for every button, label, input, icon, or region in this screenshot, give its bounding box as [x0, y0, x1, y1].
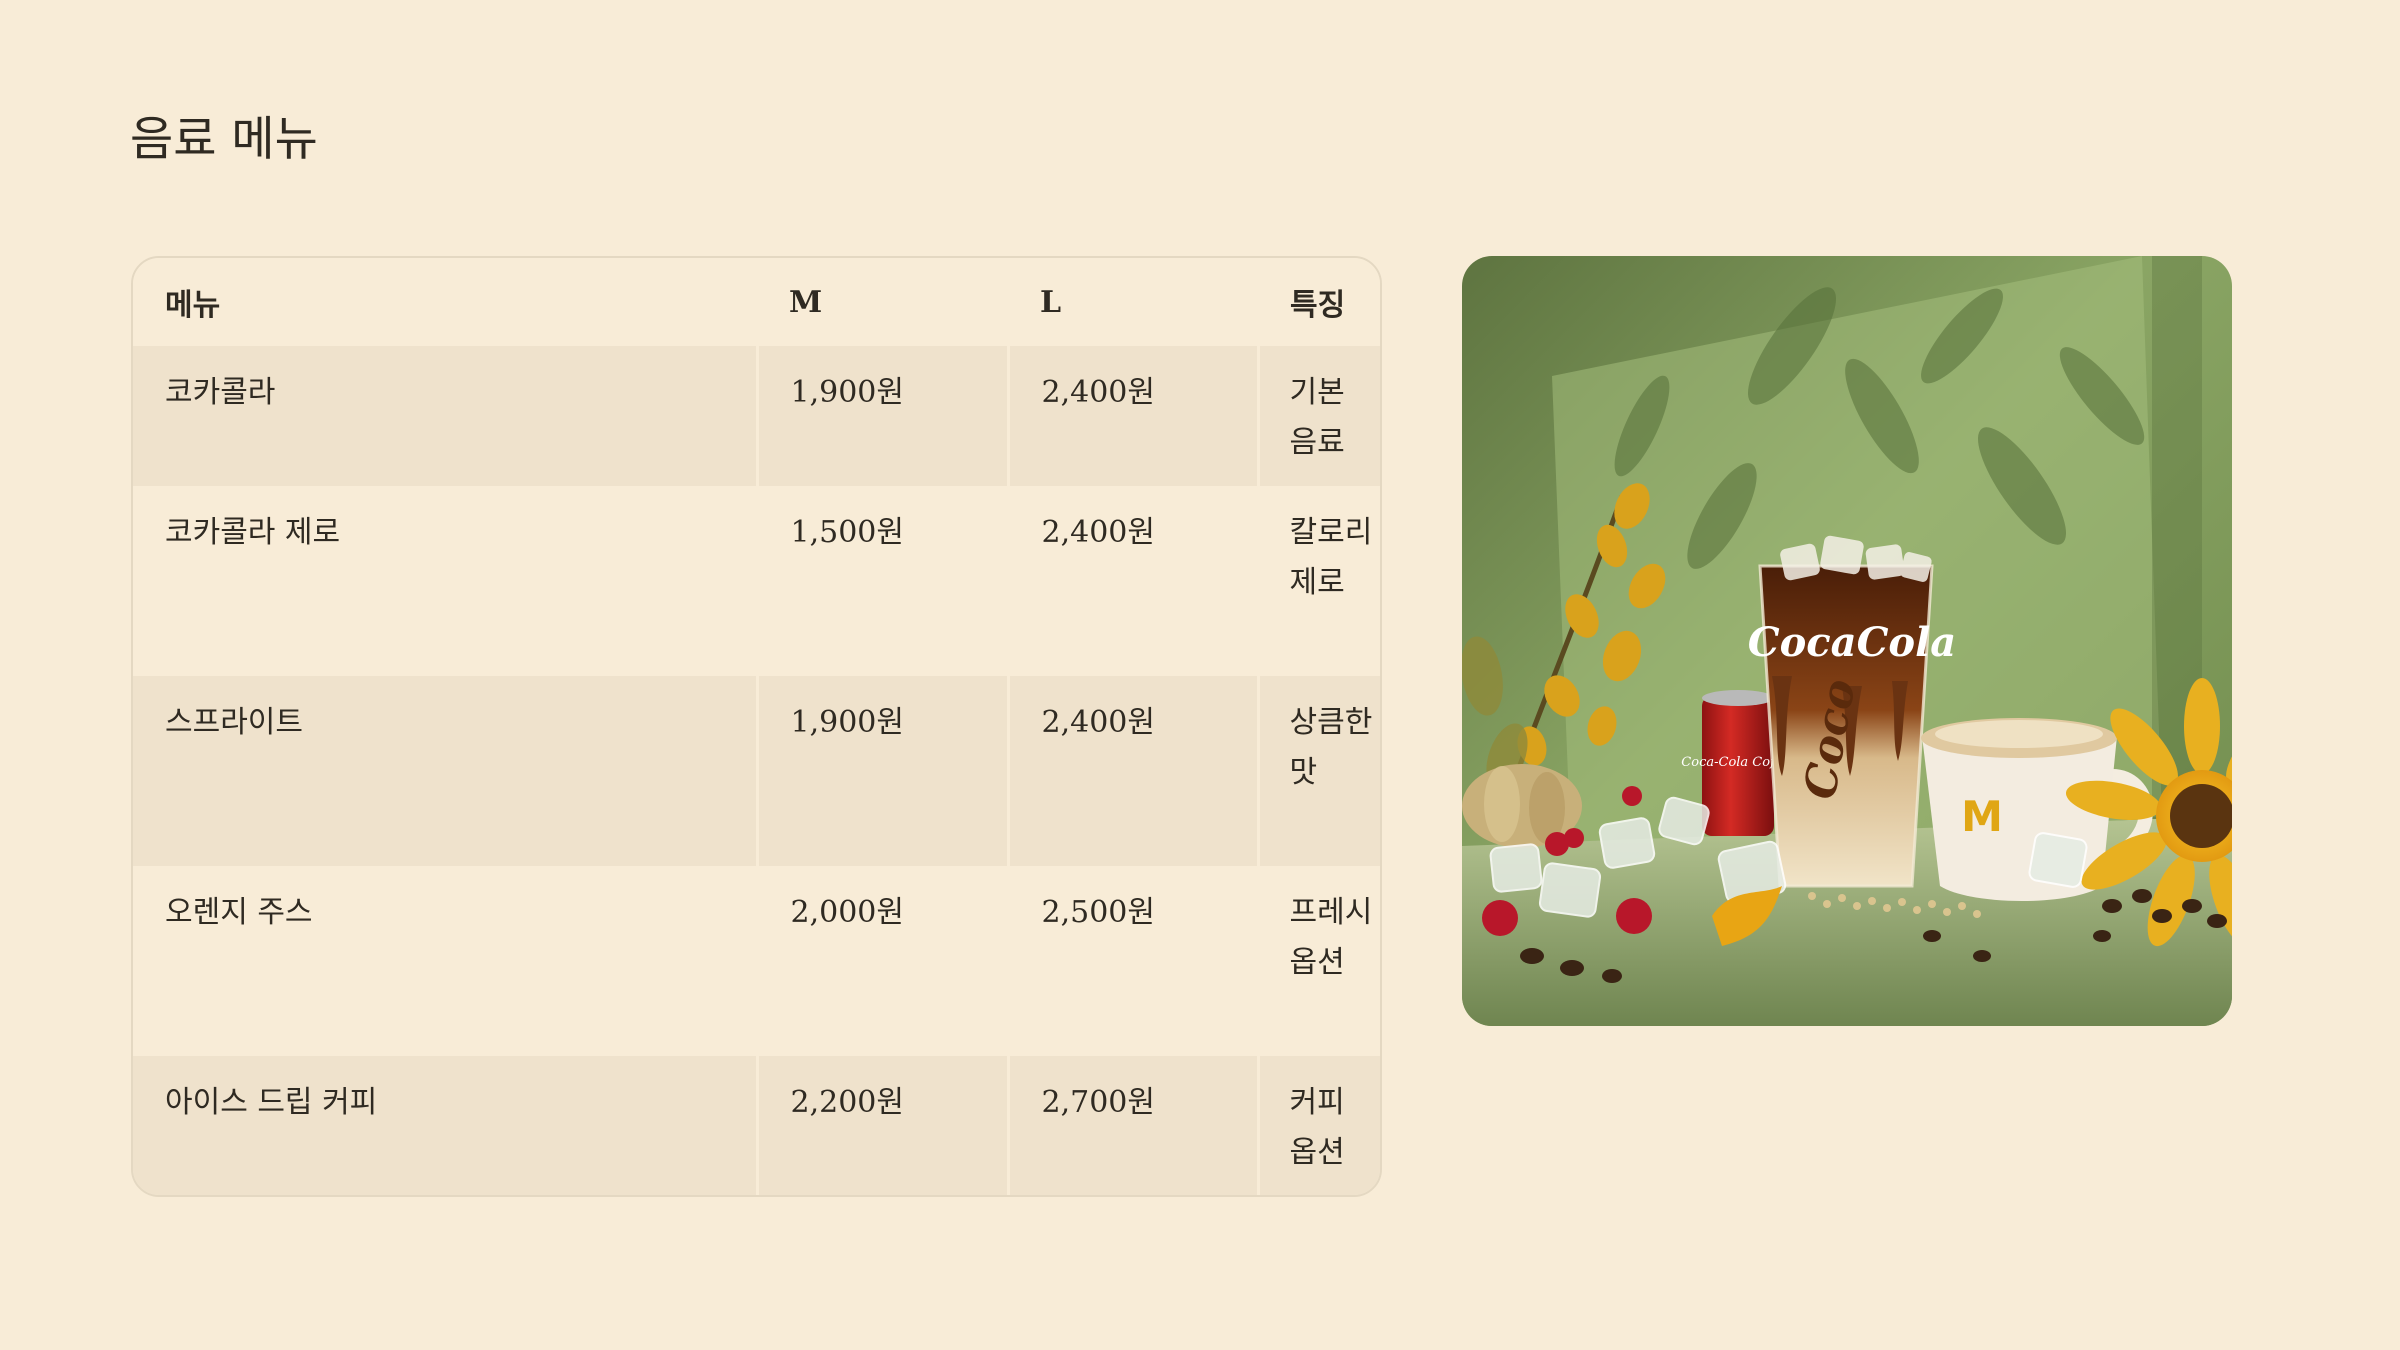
- cup-brand-text: CocaCola: [1748, 619, 1956, 666]
- cell-price-m: 2,000원: [755, 866, 1008, 1056]
- cell-price-m: 1,900원: [755, 676, 1008, 866]
- table-row: 오렌지 주스 2,000원 2,500원 프레시 옵션: [133, 866, 1380, 1056]
- table-row: 코카콜라 제로 1,500원 2,400원 칼로리 제로: [133, 486, 1380, 676]
- cell-menu-name: 코카콜라: [133, 346, 757, 486]
- mug-logo: M: [1961, 792, 2003, 841]
- cell-menu-name: 스프라이트: [133, 676, 757, 866]
- menu-table-container: 메뉴 M L 특징 코카콜라 1,900원 2,400원 기본 음료 코카콜라 …: [131, 256, 1382, 1197]
- table-header-row: 메뉴 M L 특징: [133, 258, 1380, 346]
- header-size-l: L: [1008, 258, 1258, 346]
- cell-feature: 기본 음료: [1256, 346, 1380, 486]
- menu-table: 메뉴 M L 특징 코카콜라 1,900원 2,400원 기본 음료 코카콜라 …: [133, 258, 1380, 1195]
- cell-feature: 칼로리 제로: [1256, 486, 1380, 676]
- cell-price-l: 2,400원: [1006, 346, 1258, 486]
- cell-feature: 커피 옵션: [1256, 1056, 1380, 1195]
- cell-feature: 프레시 옵션: [1256, 866, 1380, 1056]
- header-feature: 특징: [1258, 258, 1380, 346]
- header-menu: 메뉴: [133, 258, 757, 346]
- cell-menu-name: 오렌지 주스: [133, 866, 757, 1056]
- cell-price-m: 2,200원: [755, 1056, 1008, 1195]
- cell-price-l: 2,700원: [1006, 1056, 1258, 1195]
- cell-menu-name: 코카콜라 제로: [133, 486, 757, 676]
- drinks-illustration: Coca-Cola Coffee CocaCola Coco M: [1462, 256, 2232, 1026]
- table-row: 코카콜라 1,900원 2,400원 기본 음료: [133, 346, 1380, 486]
- cell-price-m: 1,500원: [755, 486, 1008, 676]
- header-size-m: M: [757, 258, 1008, 346]
- cell-price-l: 2,500원: [1006, 866, 1258, 1056]
- page-title: 음료 메뉴: [130, 112, 318, 167]
- cell-menu-name: 아이스 드립 커피: [133, 1056, 757, 1195]
- cell-price-l: 2,400원: [1006, 486, 1258, 676]
- cell-price-l: 2,400원: [1006, 676, 1258, 866]
- cell-feature: 상큼한 맛: [1256, 676, 1380, 866]
- cell-price-m: 1,900원: [755, 346, 1008, 486]
- table-row: 스프라이트 1,900원 2,400원 상큼한 맛: [133, 676, 1380, 866]
- drinks-photo: Coca-Cola Coffee CocaCola Coco M: [1462, 256, 2232, 1026]
- table-row: 아이스 드립 커피 2,200원 2,700원 커피 옵션: [133, 1056, 1380, 1195]
